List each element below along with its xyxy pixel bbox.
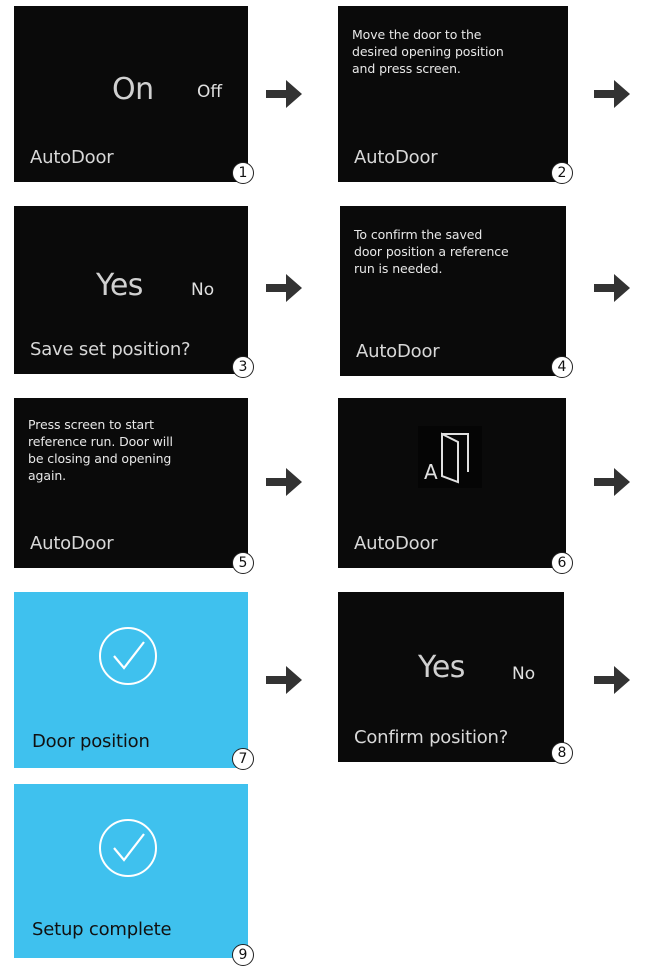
screen-label: Confirm position? (354, 727, 509, 748)
step-1-screen: On Off AutoDoor (14, 6, 248, 182)
checkmark-circle-icon (99, 627, 157, 685)
instruction-message: Move the door to the desired opening pos… (352, 26, 504, 77)
screen-label: Setup complete (32, 919, 172, 940)
screen-label: Door position (32, 731, 150, 752)
arrow-right-icon (594, 666, 630, 694)
arrow-right-icon (594, 80, 630, 108)
message-line: Move the door to the (352, 27, 482, 42)
screen-label: Save set position? (30, 339, 191, 360)
arrow-right-icon (594, 468, 630, 496)
step-2-screen: Move the door to the desired opening pos… (338, 6, 568, 182)
checkmark-circle-icon (99, 819, 157, 877)
message-line: desired opening position (352, 44, 504, 59)
yes-option: Yes (418, 650, 465, 685)
message-line: door position a reference (354, 244, 509, 259)
on-option: On (112, 72, 154, 107)
arrow-right-icon (594, 274, 630, 302)
message-line: reference run. Door will (28, 434, 173, 449)
step-5-screen: Press screen to start reference run. Doo… (14, 398, 248, 568)
screen-label: AutoDoor (354, 147, 438, 168)
yes-option: Yes (96, 268, 143, 303)
message-line: again. (28, 468, 67, 483)
door-outline-icon (441, 432, 469, 484)
step-number: 3 (232, 356, 254, 378)
off-option: Off (197, 82, 223, 102)
no-option: No (191, 280, 215, 300)
step-6-screen: A AutoDoor (338, 398, 566, 568)
instruction-message: Press screen to start reference run. Doo… (28, 416, 173, 484)
screen-label: AutoDoor (30, 533, 114, 554)
arrow-right-icon (266, 274, 302, 302)
no-option: No (512, 664, 536, 684)
step-number: 6 (551, 552, 573, 574)
arrow-right-icon (266, 468, 302, 496)
screen-label: AutoDoor (354, 533, 438, 554)
step-3-screen: Yes No Save set position? (14, 206, 248, 374)
arrow-right-icon (266, 666, 302, 694)
step-number: 5 (232, 552, 254, 574)
step-9-screen: Setup complete (14, 784, 248, 958)
step-7-screen: Door position (14, 592, 248, 768)
screen-label: AutoDoor (30, 147, 114, 168)
step-8-screen: Yes No Confirm position? (338, 592, 564, 762)
message-line: be closing and opening (28, 451, 172, 466)
screen-label: AutoDoor (356, 341, 440, 362)
message-line: To confirm the saved (354, 227, 483, 242)
step-number: 8 (551, 742, 573, 764)
step-4-screen: To confirm the saved door position a ref… (340, 206, 566, 376)
door-icon-letter: A (424, 460, 438, 484)
instruction-message: To confirm the saved door position a ref… (354, 226, 509, 277)
message-line: Press screen to start (28, 417, 154, 432)
step-number: 2 (551, 162, 573, 184)
message-line: and press screen. (352, 61, 461, 76)
step-number: 9 (232, 944, 254, 966)
step-number: 4 (551, 356, 573, 378)
arrow-right-icon (266, 80, 302, 108)
step-number: 7 (232, 748, 254, 770)
door-icon: A (418, 426, 482, 488)
message-line: run is needed. (354, 261, 443, 276)
step-number: 1 (232, 162, 254, 184)
